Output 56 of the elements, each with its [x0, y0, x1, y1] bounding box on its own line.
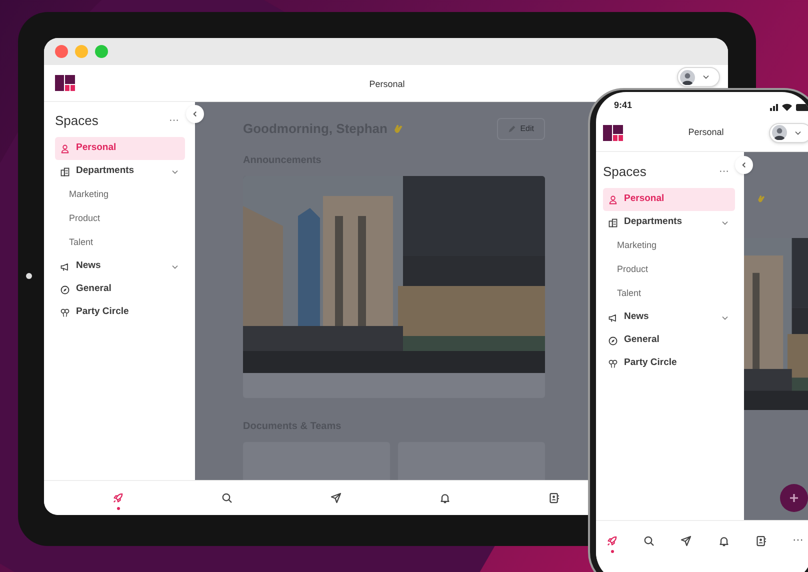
contacts-icon [548, 492, 560, 504]
send-icon [680, 534, 692, 546]
megaphone-icon [60, 262, 70, 272]
contacts-icon [754, 534, 767, 546]
sidebar-item[interactable]: Departments [55, 160, 185, 183]
sidebar-subitem[interactable]: Product [603, 258, 735, 282]
logo-icon [55, 75, 75, 91]
compass-icon [608, 336, 618, 346]
avatar-button[interactable] [769, 122, 808, 142]
bell-icon [718, 534, 730, 546]
sidebar-item[interactable]: General [603, 329, 735, 352]
plus-icon [789, 493, 799, 503]
page-title: Personal [687, 126, 725, 139]
person-icon [608, 194, 618, 204]
sidebar-item[interactable]: General [55, 278, 185, 301]
sidebar-item[interactable]: Party Circle [55, 301, 185, 324]
add-button[interactable] [780, 484, 808, 512]
search-icon [643, 534, 656, 546]
sidebar-subitem[interactable]: Talent [55, 231, 185, 255]
sidebar-subitem[interactable]: Product [55, 207, 185, 231]
balloons-icon [608, 358, 618, 368]
status-time: 9:41 [614, 98, 632, 112]
balloons-icon [60, 308, 70, 318]
sidebar-item[interactable]: News [55, 255, 185, 278]
sidebar-title: Spaces [55, 112, 98, 130]
search-icon [221, 492, 234, 504]
compass-icon [60, 284, 70, 294]
nav-tab[interactable]: ··· [786, 528, 808, 552]
pencil-icon [508, 125, 516, 133]
megaphone-icon [608, 312, 618, 322]
sidebar-item[interactable]: Departments [603, 211, 735, 234]
rocket-icon [112, 492, 124, 504]
page-title: Personal [368, 78, 406, 91]
person-icon [60, 144, 70, 154]
building-icon [608, 218, 618, 228]
rocket-icon [606, 534, 618, 546]
more-button[interactable]: ··· [169, 116, 179, 126]
sidebar-subitem[interactable]: Marketing [55, 183, 185, 207]
sidebar-item[interactable]: Party Circle [603, 352, 735, 375]
sidebar-subitem[interactable]: Talent [603, 282, 735, 306]
camera-icon [26, 273, 32, 279]
bell-icon [438, 492, 451, 504]
avatar-icon [772, 125, 787, 140]
sidebar-item[interactable]: Personal [603, 188, 735, 211]
sidebar-subitem[interactable]: Marketing [603, 234, 735, 258]
sidebar-title: Spaces [603, 163, 646, 182]
sidebar-item[interactable]: Personal [55, 137, 185, 160]
logo-icon [603, 124, 623, 140]
avatar-icon [680, 70, 695, 84]
more-button[interactable]: ··· [719, 167, 729, 177]
send-icon [330, 492, 342, 504]
sidebar-item[interactable]: News [603, 306, 735, 329]
chevron-left-icon [741, 162, 747, 168]
chevron-left-icon [192, 111, 198, 117]
avatar-button[interactable] [677, 67, 720, 87]
building-icon [60, 166, 70, 176]
